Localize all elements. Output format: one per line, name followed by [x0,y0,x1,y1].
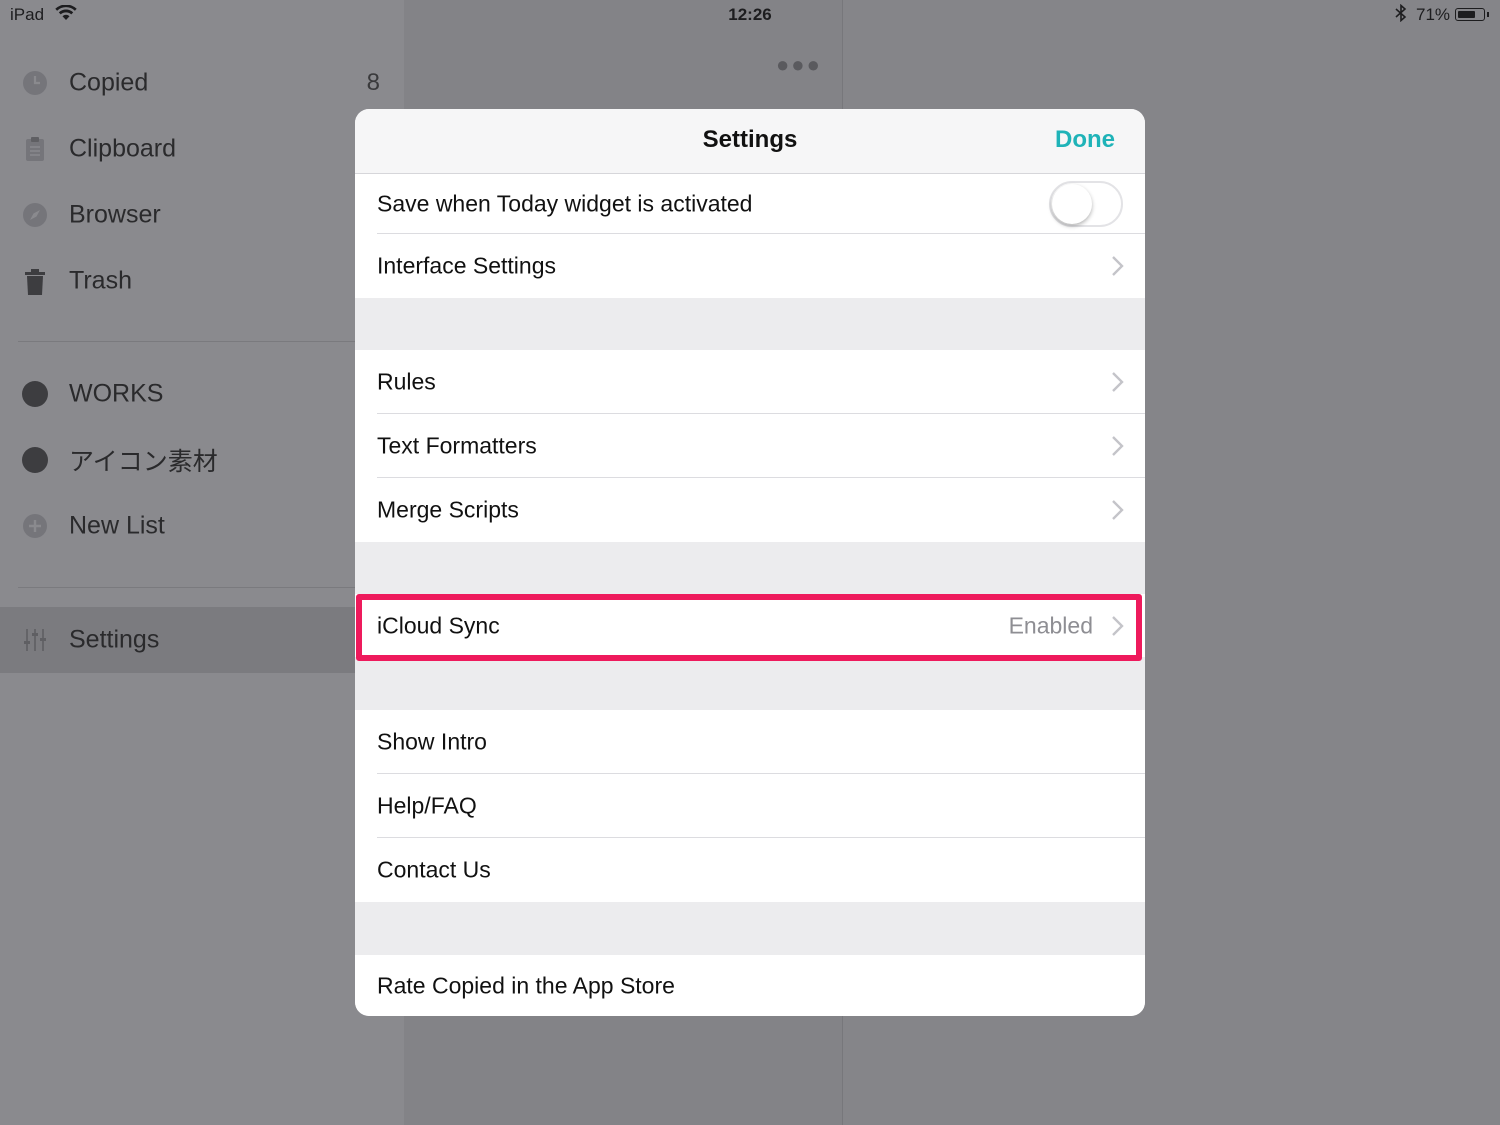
item-count-badge: 8 [366,69,380,96]
row-rules[interactable]: Rules [355,350,1145,414]
sidebar-item-label: New List [69,511,165,540]
sidebar-item-browser[interactable]: Browser [0,183,404,247]
row-label: Contact Us [377,856,491,883]
chevron-right-icon [1111,615,1125,637]
compass-icon [22,202,48,228]
list-dot-icon [22,381,48,407]
modal-header: Settings Done [355,109,1145,174]
chevron-right-icon [1111,255,1125,277]
row-label: Rules [377,368,436,395]
clipboard-icon [22,136,48,162]
clock-time: 12:26 [728,5,772,24]
trash-icon [22,268,48,295]
sidebar-item-label: アイコン素材 [69,448,218,476]
save-widget-toggle[interactable] [1049,181,1123,227]
sidebar-item-label: Copied [69,68,149,97]
plus-circle-icon [22,513,48,539]
bluetooth-icon [1395,3,1407,27]
row-save-when-widget: Save when Today widget is activated [355,174,1145,234]
sidebar-item-icon-materials[interactable]: アイコン素材 [0,428,404,492]
row-label: iCloud Sync [377,612,500,638]
sidebar-item-label: WORKS [69,379,164,408]
sidebar-item-label: Clipboard [69,134,177,163]
row-label: Interface Settings [377,252,556,279]
settings-modal: Settings Done Save when Today widget is … [355,109,1145,1016]
row-interface-settings[interactable]: Interface Settings [355,234,1145,298]
row-label: Rate Copied in the App Store [377,972,675,998]
battery-icon [1455,8,1489,21]
list-dot-icon [22,447,48,473]
sidebar-item-works[interactable]: WORKS [0,362,404,426]
row-icloud-sync[interactable]: iCloud Sync Enabled [355,594,1145,657]
row-show-intro[interactable]: Show Intro [355,710,1145,774]
chevron-right-icon [1111,499,1125,521]
status-bar: iPad 12:26 71% [0,0,1500,30]
chevron-right-icon [1111,371,1125,393]
toggle-knob [1052,184,1092,224]
sidebar-item-clipboard[interactable]: Clipboard [0,117,404,181]
modal-title: Settings [702,126,798,153]
row-label: Save when Today widget is activated [377,190,753,217]
battery-fill [1458,11,1475,18]
battery-percent: 71% [1416,5,1451,24]
sidebar-divider [18,587,404,588]
sidebar-divider [18,341,404,342]
row-help-faq[interactable]: Help/FAQ [355,774,1145,838]
row-text-formatters[interactable]: Text Formatters [355,414,1145,478]
row-label: Text Formatters [377,432,537,459]
icloud-status-value: Enabled [1008,612,1093,638]
sidebar-item-trash[interactable]: Trash [0,249,404,313]
sidebar-item-label: Settings [69,625,160,654]
row-merge-scripts[interactable]: Merge Scripts [355,478,1145,542]
sidebar-item-new-list[interactable]: New List [0,494,404,558]
row-label: Show Intro [377,728,487,755]
sidebar-item-label: Trash [69,266,132,295]
done-button[interactable]: Done [1055,126,1115,154]
row-contact-us[interactable]: Contact Us [355,838,1145,902]
row-label: Merge Scripts [377,496,519,523]
more-options-icon[interactable]: ●●● [776,52,822,78]
chevron-right-icon [1111,435,1125,457]
sidebar-item-copied[interactable]: Copied 8 [0,51,404,115]
row-rate-app[interactable]: Rate Copied in the App Store [355,955,1145,1016]
sidebar-item-label: Browser [69,200,161,229]
row-label: Help/FAQ [377,792,477,819]
sliders-icon [22,627,48,653]
clock-icon [22,70,48,96]
sidebar-item-settings[interactable]: Settings [0,607,404,673]
